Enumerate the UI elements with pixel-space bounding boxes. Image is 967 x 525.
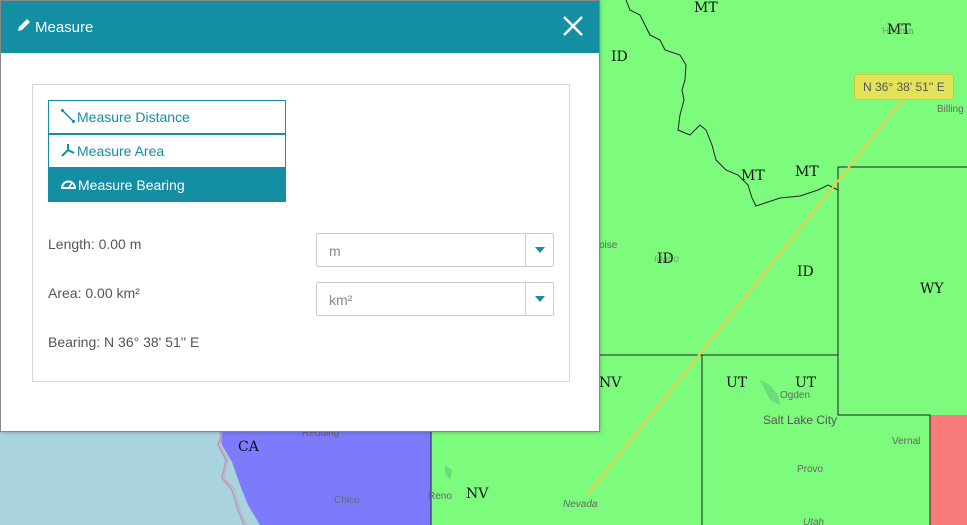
city-label-reno: Reno: [428, 491, 452, 502]
state-label-nv: NV: [599, 375, 622, 391]
city-label-ogden: Ogden: [780, 390, 810, 401]
city-label-billings: Billing: [937, 104, 964, 115]
dialog-title-text: Measure: [35, 18, 94, 36]
city-label-boise: oise: [599, 240, 618, 251]
bearing-readout: Bearing: N 36° 38' 51'' E: [48, 334, 200, 350]
length-readout: Length: 0.00 m: [48, 236, 142, 252]
measure-area-label: Measure Area: [77, 143, 165, 159]
city-label-vernal: Vernal: [892, 436, 920, 447]
close-icon[interactable]: [561, 14, 585, 38]
area-unit-select[interactable]: km²: [316, 282, 554, 316]
measure-area-icon: [61, 143, 75, 160]
measure-bearing-label: Measure Bearing: [78, 177, 185, 193]
colorado-region: [930, 415, 967, 525]
close-button[interactable]: [561, 14, 585, 38]
state-label-ca: CA: [238, 439, 260, 455]
state-label-mt: MT: [795, 164, 819, 180]
measure-dialog: Measure Measure Distance Measure Area Me…: [0, 0, 600, 432]
pencil-icon: [17, 18, 31, 36]
state-label-ut: UT: [726, 375, 748, 391]
chevron-down-icon[interactable]: [525, 283, 553, 315]
measure-bearing-button[interactable]: Measure Bearing: [48, 168, 286, 202]
region-label-idaho: Idaho: [654, 254, 679, 265]
dialog-header: Measure: [1, 1, 599, 53]
area-readout: Area: 0.00 km²: [48, 285, 140, 301]
dialog-title: Measure: [17, 18, 93, 36]
city-label-salt-lake-city: Salt Lake City: [763, 413, 837, 427]
measure-area-button[interactable]: Measure Area: [48, 134, 286, 168]
chevron-down-icon[interactable]: [525, 234, 553, 266]
city-label-provo: Provo: [797, 464, 824, 475]
state-label-wy: WY: [920, 281, 944, 297]
state-label-ut: UT: [795, 375, 817, 391]
area-unit-value: km²: [329, 292, 353, 308]
length-unit-value: m: [329, 243, 341, 259]
state-label-id: ID: [797, 264, 814, 280]
region-label-nevada: Nevada: [563, 499, 598, 510]
city-label-helena: Helena: [882, 26, 914, 37]
state-label-nv: NV: [466, 486, 489, 502]
region-label-utah: Utah: [803, 517, 825, 525]
measure-distance-label: Measure Distance: [77, 109, 190, 125]
state-label-mt: MT: [741, 168, 765, 184]
bearing-tooltip: N 36° 38' 51'' E: [854, 74, 954, 100]
measure-distance-icon: [61, 108, 75, 126]
length-unit-select[interactable]: m: [316, 233, 554, 267]
city-label-chico: Chico: [334, 495, 360, 506]
measure-distance-button[interactable]: Measure Distance: [48, 100, 286, 134]
measure-panel: Measure Distance Measure Area Measure Be…: [32, 84, 570, 382]
state-label-mt: MT: [694, 0, 718, 16]
measure-bearing-icon: [60, 177, 77, 194]
state-label-id: ID: [611, 49, 628, 65]
